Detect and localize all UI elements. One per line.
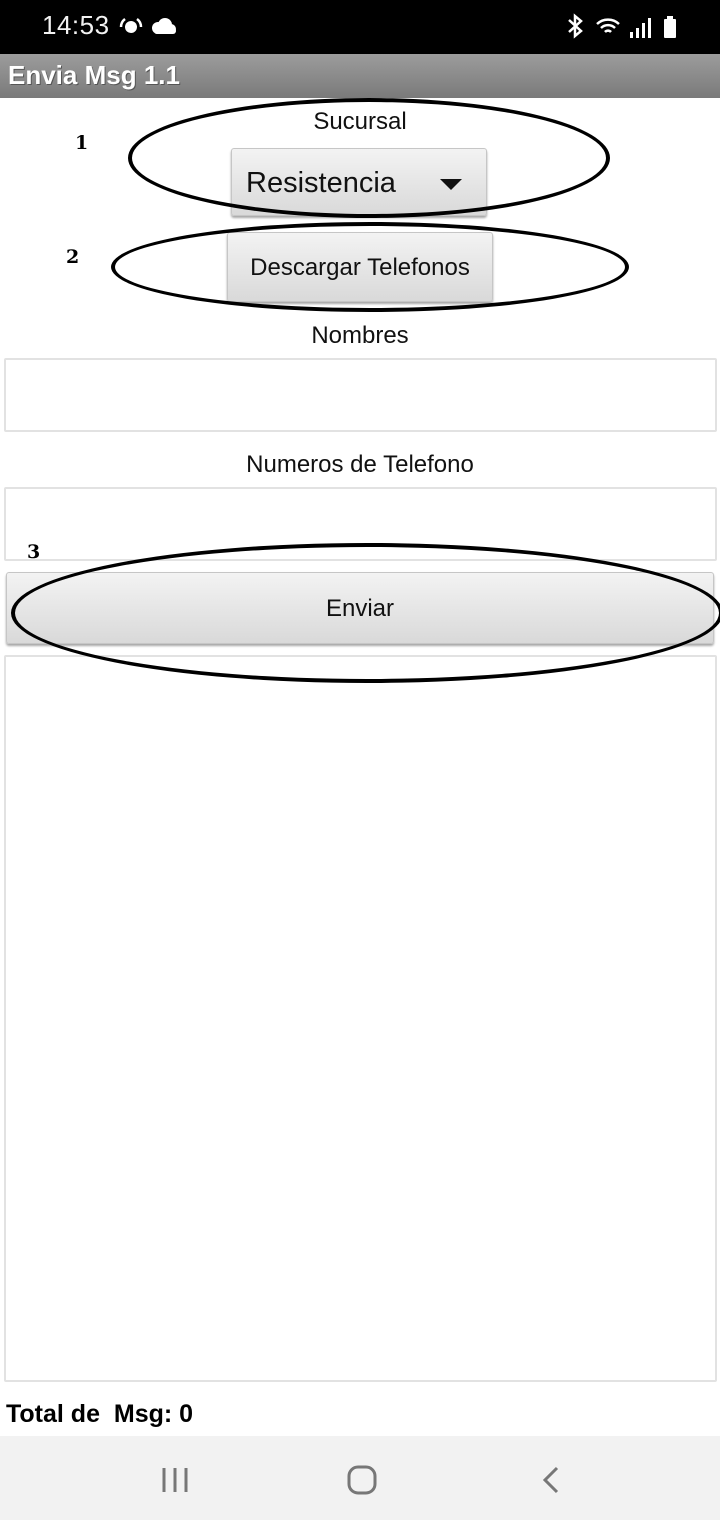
- back-icon[interactable]: [542, 1466, 559, 1494]
- annotation-ellipse-2: [111, 222, 629, 312]
- navigation-bar: [0, 1436, 720, 1520]
- app-title: Envia Msg 1.1: [8, 60, 180, 90]
- status-time: 14:53: [42, 10, 110, 40]
- message-log-area[interactable]: [4, 655, 717, 1382]
- total-msg-label: Total de Msg: 0: [6, 1400, 194, 1428]
- tethering-icon: [119, 18, 143, 33]
- bluetooth-icon: [568, 13, 583, 39]
- nombres-label: Nombres: [311, 322, 409, 349]
- status-icons-left: [118, 14, 178, 40]
- numeros-telefono-label: Numeros de Telefono: [246, 451, 474, 478]
- battery-icon: [664, 16, 676, 38]
- home-icon[interactable]: [347, 1465, 377, 1495]
- status-icons-right: [560, 12, 690, 42]
- cloud-icon: [152, 18, 176, 34]
- annotation-number-1: 1: [75, 132, 89, 154]
- recent-apps-icon[interactable]: [162, 1468, 188, 1492]
- annotation-number-2: 2: [66, 246, 80, 268]
- annotation-number-3: 3: [27, 541, 41, 563]
- annotation-ellipse-3: [11, 543, 720, 683]
- signal-icon: [630, 18, 651, 38]
- annotation-ellipse-1: [128, 98, 610, 218]
- wifi-icon: [596, 18, 620, 33]
- nombres-field[interactable]: [4, 358, 717, 432]
